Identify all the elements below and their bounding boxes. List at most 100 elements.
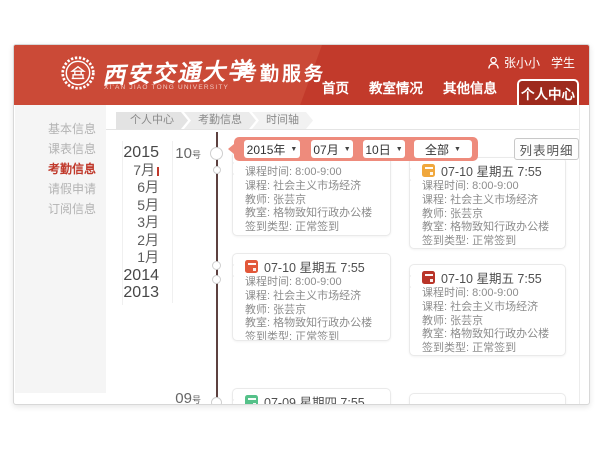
filter-year-dropdown[interactable]: 2015年 ▼ bbox=[244, 140, 300, 158]
timeline-node bbox=[210, 147, 223, 160]
attendance-card-row: 教师: 张芸京 bbox=[422, 315, 557, 329]
attendance-card-row: 教师: 张芸京 bbox=[245, 304, 382, 318]
timeline-node bbox=[212, 261, 221, 270]
attendance-card-row: 签到类型: 正常签到 bbox=[245, 331, 382, 341]
sidebar-item-subscription-info[interactable]: 订阅信息 bbox=[15, 199, 106, 219]
user-role: 学生 bbox=[551, 54, 575, 71]
attendance-card-date: 07-10 星期五 7:55 bbox=[441, 161, 542, 180]
filter-month-dropdown[interactable]: 07月 ▼ bbox=[311, 140, 353, 158]
sidebar-item-leave-request[interactable]: 请假申请 bbox=[15, 179, 106, 199]
timeline-scale-2014[interactable]: 2014 bbox=[110, 267, 159, 285]
content-right-divider bbox=[579, 105, 580, 404]
timeline-node bbox=[213, 166, 221, 174]
breadcrumb: 个人中心考勤信息时间轴 bbox=[106, 112, 580, 130]
filter-bar: 2015年▼07月▼10日▼全部▼ bbox=[234, 137, 478, 161]
calendar-icon bbox=[422, 271, 435, 284]
attendance-card-header: 07-10 星期五 7:55 bbox=[422, 270, 557, 285]
timeline-scale-5月[interactable]: 5月 bbox=[110, 197, 159, 215]
attendance-card: 07-10 星期五 7:55课程时间: 8:00-9:00课程: 社会主义市场经… bbox=[409, 157, 566, 249]
attendance-card-row: 教师: 张芸京 bbox=[422, 208, 557, 222]
filter-day-value: 10日 bbox=[365, 141, 390, 158]
attendance-card-date: 07-09 星期四 7:55 bbox=[264, 392, 365, 405]
attendance-card-row: 签到类型: 正常签到 bbox=[422, 342, 557, 356]
attendance-card-date: 07-10 星期五 7:55 bbox=[441, 268, 542, 287]
attendance-card-row: 教室: 格物致知行政办公楼 bbox=[245, 207, 382, 221]
university-name-en: XI'AN JIAO TONG UNIVERSITY bbox=[104, 84, 229, 91]
attendance-card-row: 课程: 社会主义市场经济 bbox=[422, 194, 557, 208]
day-marker-09: 09号 bbox=[154, 390, 201, 405]
chevron-down-icon: ▼ bbox=[396, 146, 403, 153]
day-marker-suffix: 号 bbox=[192, 150, 201, 160]
attendance-card: 07-09 星期四 7:55 bbox=[232, 388, 391, 405]
filter-year-value: 2015年 bbox=[247, 141, 286, 158]
sidebar: 基本信息课表信息考勤信息请假申请订阅信息 bbox=[15, 105, 106, 393]
timeline-node bbox=[212, 275, 221, 284]
filter-type-dropdown[interactable]: 全部▼ bbox=[414, 140, 472, 158]
attendance-card-row: 课程时间: 8:00-9:00 bbox=[422, 180, 557, 194]
day-marker-suffix: 号 bbox=[192, 395, 201, 405]
calendar-icon bbox=[422, 164, 435, 177]
attendance-card-header: 07-09 星期四 7:55 bbox=[245, 394, 382, 405]
scale-right-divider bbox=[172, 141, 173, 303]
attendance-card-row: 课程时间: 8:00-9:00 bbox=[245, 166, 382, 180]
attendance-card-row: 课程: 社会主义市场经济 bbox=[245, 290, 382, 304]
sidebar-item-schedule-info[interactable]: 课表信息 bbox=[15, 139, 106, 159]
current-month-tick bbox=[157, 167, 159, 176]
app-title: 考勤服务 bbox=[238, 59, 326, 86]
main-nav: 首页教室情况其他信息个人中心 bbox=[322, 77, 579, 105]
timeline-scale-1月[interactable]: 1月 bbox=[110, 249, 159, 267]
university-logo-icon bbox=[60, 55, 96, 91]
attendance-card: 课程时间: 8:00-9:00课程: 社会主义市场经济教师: 张芸京教室: 格物… bbox=[232, 151, 391, 236]
attendance-card-row: 教师: 张芸京 bbox=[245, 194, 382, 208]
timeline-scale-6月[interactable]: 6月 bbox=[110, 179, 159, 197]
attendance-card-row: 课程时间: 8:00-9:00 bbox=[422, 287, 557, 301]
nav-item-other-info[interactable]: 其他信息 bbox=[443, 77, 497, 105]
attendance-card-row: 课程: 社会主义市场经济 bbox=[422, 301, 557, 315]
breadcrumb-timeline[interactable]: 时间轴 bbox=[252, 112, 313, 129]
day-marker-10: 10号 bbox=[154, 145, 201, 163]
attendance-card-row: 签到类型: 正常签到 bbox=[422, 235, 557, 249]
attendance-card-header: 07-10 星期五 7:55 bbox=[422, 163, 557, 178]
calendar-icon bbox=[245, 260, 258, 273]
nav-item-classroom-status[interactable]: 教室情况 bbox=[369, 77, 423, 105]
attendance-card-row: 教室: 格物致知行政办公楼 bbox=[422, 221, 557, 235]
timeline-scale: 20157月6月5月3月2月1月20142013 bbox=[110, 144, 159, 302]
attendance-card-row: 签到类型: 正常签到 bbox=[245, 221, 382, 235]
app-header: 西安交通大学 XI'AN JIAO TONG UNIVERSITY 考勤服务 张… bbox=[14, 45, 589, 105]
attendance-card-row: 课程: 社会主义市场经济 bbox=[245, 180, 382, 194]
nav-tab-personal-center[interactable]: 个人中心 bbox=[517, 79, 579, 105]
attendance-card-row: 课程时间: 8:00-9:00 bbox=[245, 276, 382, 290]
timeline-node bbox=[211, 397, 222, 405]
sidebar-item-basic-info[interactable]: 基本信息 bbox=[15, 119, 106, 139]
day-marker-number: 09 bbox=[175, 390, 192, 405]
attendance-card-header: 07-10 星期五 7:55 bbox=[245, 259, 382, 274]
attendance-card-date: 07-10 星期五 7:55 bbox=[264, 257, 365, 276]
sidebar-item-attendance-info[interactable]: 考勤信息 bbox=[15, 159, 106, 179]
day-marker-number: 10 bbox=[175, 145, 192, 162]
filter-day-dropdown[interactable]: 10日 ▼ bbox=[363, 140, 405, 158]
chevron-down-icon: ▼ bbox=[344, 146, 351, 153]
filter-month-value: 07月 bbox=[313, 141, 338, 158]
breadcrumb-attendance-info[interactable]: 考勤信息 bbox=[184, 112, 256, 129]
timeline-scale-3月[interactable]: 3月 bbox=[110, 214, 159, 232]
chevron-down-icon: ▼ bbox=[290, 146, 297, 153]
timeline-scale-2015[interactable]: 2015 bbox=[110, 144, 159, 162]
attendance-card: 07-10 星期五 7:55课程时间: 8:00-9:00课程: 社会主义市场经… bbox=[409, 264, 566, 356]
attendance-card: 07-10 星期五 7:55课程时间: 8:00-9:00课程: 社会主义市场经… bbox=[232, 253, 391, 341]
screen: 西安交通大学 XI'AN JIAO TONG UNIVERSITY 考勤服务 张… bbox=[0, 0, 600, 450]
app-window: 西安交通大学 XI'AN JIAO TONG UNIVERSITY 考勤服务 张… bbox=[13, 44, 590, 405]
attendance-card bbox=[409, 393, 566, 405]
user-icon bbox=[488, 57, 499, 69]
nav-item-home[interactable]: 首页 bbox=[322, 77, 349, 105]
timeline-scale-2月[interactable]: 2月 bbox=[110, 232, 159, 250]
timeline-scale-7月[interactable]: 7月 bbox=[110, 162, 159, 180]
timeline-scale-2013[interactable]: 2013 bbox=[110, 284, 159, 302]
breadcrumb-personal-center[interactable]: 个人中心 bbox=[116, 112, 188, 129]
chevron-down-icon: ▼ bbox=[454, 146, 461, 153]
user-info[interactable]: 张小小 学生 bbox=[488, 54, 575, 71]
attendance-card-row: 教室: 格物致知行政办公楼 bbox=[422, 328, 557, 342]
user-name: 张小小 bbox=[504, 54, 540, 71]
list-detail-button[interactable]: 列表明细 bbox=[514, 138, 579, 160]
attendance-card-row: 教室: 格物致知行政办公楼 bbox=[245, 317, 382, 331]
calendar-icon bbox=[245, 395, 258, 405]
